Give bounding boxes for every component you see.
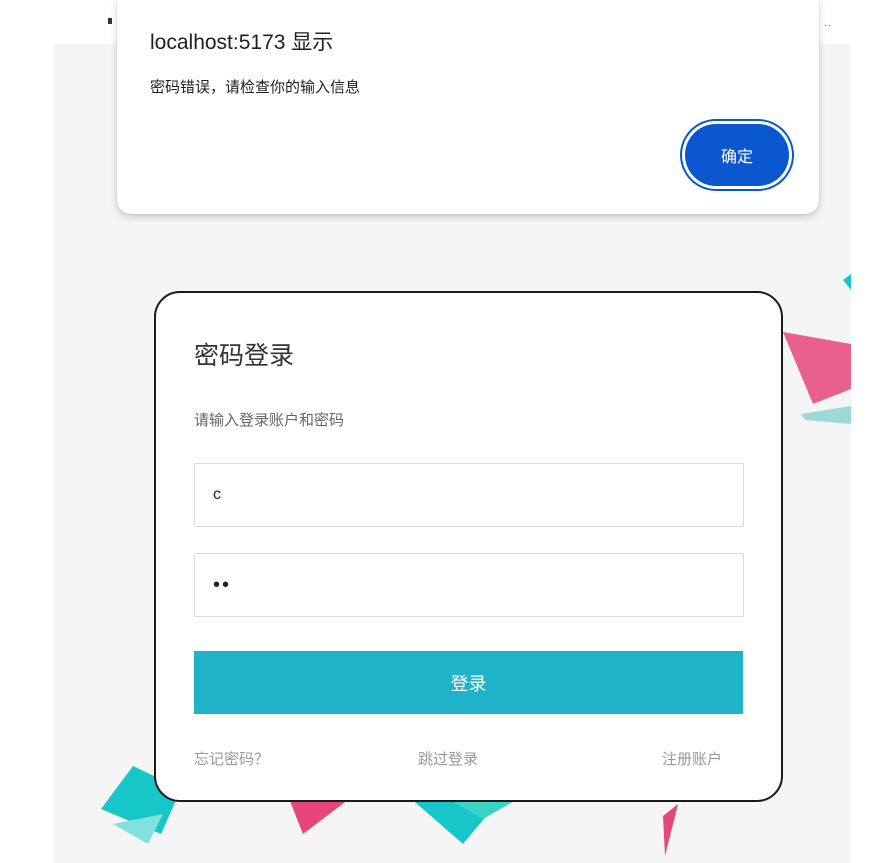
alert-dialog: localhost:5173 显示 密码错误，请检查你的输入信息 确定: [117, 0, 819, 214]
dialog-ok-button[interactable]: 确定: [685, 124, 789, 186]
window-edge-ellipsis: ..: [824, 18, 832, 29]
login-title: 密码登录: [194, 342, 295, 370]
forgot-password-link[interactable]: 忘记密码？: [194, 748, 269, 769]
password-input[interactable]: ••: [194, 553, 744, 617]
teal-tip-right: [843, 274, 851, 290]
login-card: 密码登录 请输入登录账户和密码 c •• 登录 忘记密码？ 跳过登录 注册账户: [154, 291, 783, 802]
pink-shard-right: [783, 332, 851, 404]
login-subtitle: 请输入登录账户和密码: [194, 412, 345, 429]
register-link[interactable]: 注册账户: [662, 748, 722, 769]
login-button[interactable]: 登录: [194, 651, 743, 714]
dialog-message: 密码错误，请检查你的输入信息: [150, 79, 361, 96]
teal-shard-right: [801, 406, 851, 424]
skip-login-link[interactable]: 跳过登录: [418, 748, 478, 769]
dialog-title: localhost:5173 显示: [150, 31, 334, 54]
pink-streak-bottom: [663, 804, 678, 856]
username-input[interactable]: c: [194, 463, 744, 527]
window-edge-mark: [108, 18, 112, 24]
